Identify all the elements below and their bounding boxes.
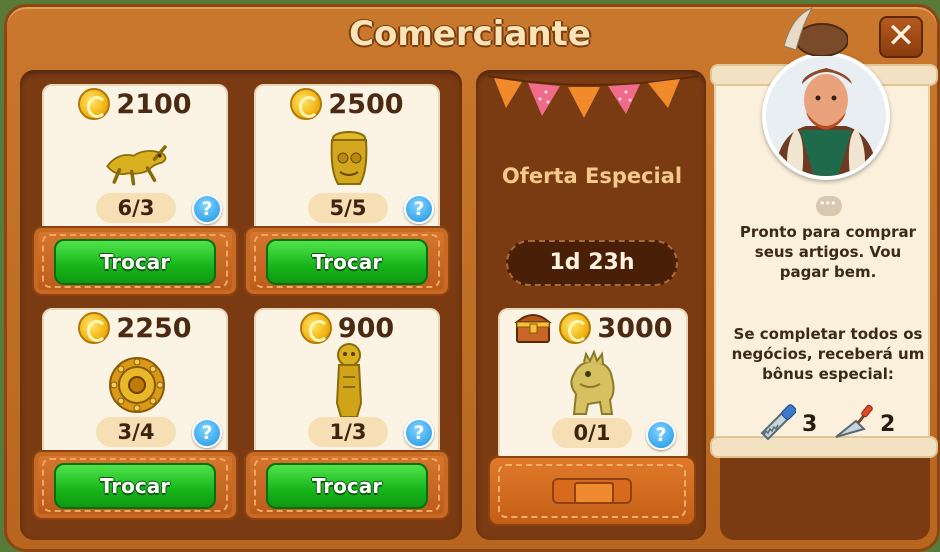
progress-counter: 3/4 (96, 417, 176, 447)
reward-item-trowel: 2 (834, 402, 895, 446)
speech-bubble-icon (816, 196, 842, 216)
help-button[interactable]: ? (404, 418, 434, 448)
golden-dinosaur-icon (558, 348, 628, 420)
golden-statuette-icon (314, 343, 384, 418)
special-offer-title: Oferta Especial (501, 164, 683, 188)
treasure-chest-icon (513, 308, 553, 348)
price-row: 900 (254, 310, 440, 346)
trade-button[interactable]: Trocar (54, 463, 216, 509)
reward-count: 2 (880, 411, 896, 437)
special-price-label: 3000 (597, 312, 673, 344)
price-label: 2100 (116, 88, 192, 120)
price-row: 2250 (42, 310, 228, 346)
coin-icon (78, 88, 111, 120)
special-progress-counter: 0/1 (552, 418, 632, 448)
progress-counter: 6/3 (96, 193, 176, 223)
trowel-icon (834, 403, 874, 445)
price-row: 2500 (254, 86, 440, 122)
trade-button[interactable]: Trocar (266, 239, 428, 285)
trade-card-4: 900 1/3 ? Trocar (244, 300, 450, 520)
coin-icon (559, 312, 592, 344)
close-button[interactable]: ✕ (879, 16, 923, 58)
price-label: 2250 (116, 312, 192, 344)
merchant-greeting: Pronto para comprar seus artigos. Vou pa… (739, 223, 917, 281)
golden-sun-disc-icon (102, 352, 172, 418)
trade-card-1: 2100 6/3 ? Trocar (32, 76, 238, 296)
merchant-avatar (762, 52, 890, 180)
coin-icon (78, 312, 111, 344)
help-button[interactable]: ? (192, 194, 222, 224)
bunting-decoration (488, 75, 698, 118)
coin-icon (299, 312, 332, 344)
merchant-hat-feather-icon (778, 6, 849, 57)
coin-icon (290, 88, 323, 120)
saw-icon (758, 403, 797, 445)
reward-count: 3 (802, 411, 818, 437)
price-label: 2500 (328, 88, 404, 120)
trade-button[interactable]: Trocar (54, 239, 216, 285)
trade-button[interactable]: Trocar (266, 463, 428, 509)
buckle-decoration (552, 478, 632, 504)
golden-lizard-icon (102, 128, 172, 194)
golden-idol-head-icon (314, 128, 384, 194)
bonus-description: Se completar todos os negócios, receberá… (731, 325, 925, 383)
reward-item-saw: 3 (758, 402, 817, 446)
help-button[interactable]: ? (646, 420, 676, 450)
close-icon: ✕ (886, 16, 916, 56)
help-button[interactable]: ? (404, 194, 434, 224)
price-row: 2100 (42, 86, 228, 122)
price-row: 3000 (498, 310, 688, 346)
trade-card-2: 2500 5/5 ? Trocar (244, 76, 450, 296)
help-button[interactable]: ? (192, 418, 222, 448)
trade-card-3: 2250 3/4 ? Trocar (32, 300, 238, 520)
progress-counter: 1/3 (308, 417, 388, 447)
price-label: 900 (337, 312, 395, 344)
progress-counter: 5/5 (308, 193, 388, 223)
offer-timer: 1d 23h (506, 240, 678, 286)
